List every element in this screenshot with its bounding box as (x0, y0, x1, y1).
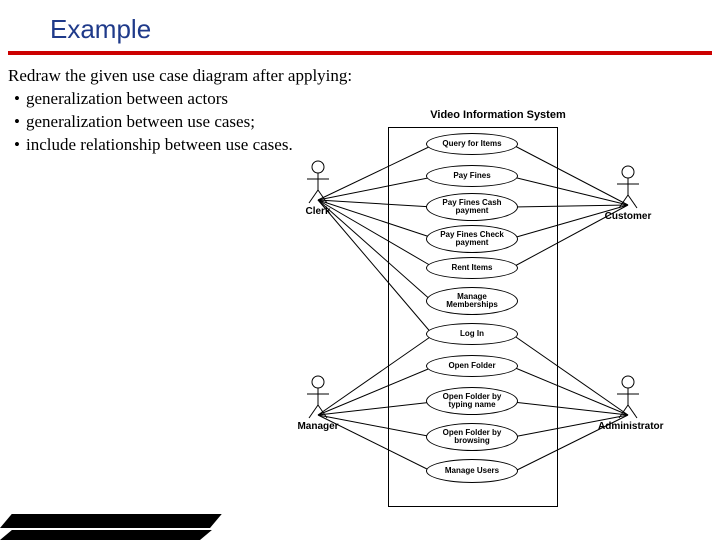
usecase-query: Query for Items (426, 133, 518, 155)
usecase-paycheck: Pay Fines Check payment (426, 225, 518, 253)
actor-label: Clerk (288, 206, 348, 217)
actor-clerk: Clerk (288, 160, 348, 217)
stick-figure-icon (613, 375, 643, 419)
bullet-text: generalization between actors (26, 88, 228, 111)
actor-label: Administrator (598, 421, 658, 432)
bullet-text: include relationship between use cases. (26, 134, 293, 157)
usecase-manageusers: Manage Users (426, 459, 518, 483)
page-title: Example (0, 0, 720, 51)
actor-administrator: Administrator (598, 375, 658, 432)
usecase-opentype: Open Folder by typing name (426, 387, 518, 415)
usecase-payfines: Pay Fines (426, 165, 518, 187)
usecase-login: Log In (426, 323, 518, 345)
usecase-memberships: Manage Memberships (426, 287, 518, 315)
actor-customer: Customer (598, 165, 658, 222)
usecase-diagram: Video Information System Query for Items… (258, 105, 688, 513)
stick-figure-icon (303, 375, 333, 419)
stick-figure-icon (613, 165, 643, 209)
actor-label: Customer (598, 211, 658, 222)
actor-label: Manager (288, 421, 348, 432)
instructions-lead: Redraw the given use case diagram after … (8, 65, 720, 88)
usecase-openbrowse: Open Folder by browsing (426, 423, 518, 451)
bullet-text: generalization between use cases; (26, 111, 255, 134)
actor-manager: Manager (288, 375, 348, 432)
usecase-rent: Rent Items (426, 257, 518, 279)
stick-figure-icon (303, 160, 333, 204)
title-underline (8, 51, 712, 55)
usecase-openfolder: Open Folder (426, 355, 518, 377)
usecase-paycash: Pay Fines Cash payment (426, 193, 518, 221)
slide-decoration (0, 480, 240, 540)
